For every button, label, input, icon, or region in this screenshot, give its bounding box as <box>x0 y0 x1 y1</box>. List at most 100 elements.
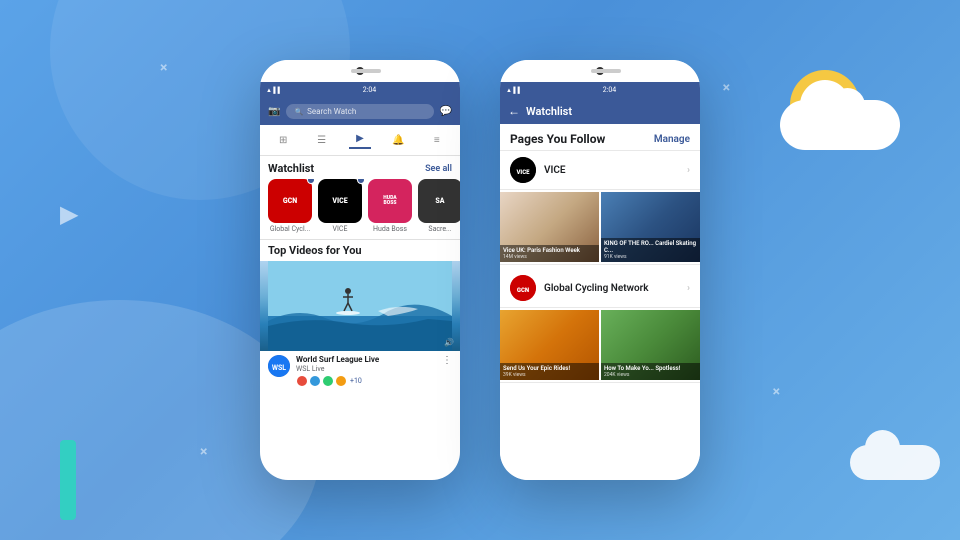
nav-menu-icon[interactable]: ≡ <box>426 131 448 149</box>
watchlist-item-sa[interactable]: SA Sacre... <box>418 179 460 233</box>
phone-2-speaker <box>591 69 621 73</box>
vice-video-1-views: 14M views <box>503 254 596 260</box>
messenger-icon[interactable]: 💬 <box>440 106 452 117</box>
vice-video-2-views: 91K views <box>604 254 697 260</box>
gcn-videos-grid: Send Us Your Epic Rides! 39K views How T… <box>500 308 700 382</box>
vice-label: VICE <box>318 225 362 233</box>
sa-logo-text: SA <box>435 197 444 205</box>
huda-logo-text: HUDABOSS <box>383 196 396 207</box>
gcn-video-1-views: 39K views <box>503 372 596 378</box>
video-meta: World Surf League Live WSL Live +10 <box>296 355 436 387</box>
search-bar[interactable]: 🔍 Search Watch <box>286 104 433 119</box>
gcn-video-1-title: Send Us Your Epic Rides! <box>503 365 596 372</box>
phone-2-header: ← Watchlist <box>500 98 700 124</box>
gcn-section: GCN Global Cycling Network › Send Us You… <box>500 269 700 383</box>
viewer-avatar-3 <box>322 375 334 387</box>
vice-video-1[interactable]: Vice UK: Paris Fashion Week 14M views <box>500 192 599 262</box>
vice-video-2-title: KING OF THE RO... Cardiel Skating C... <box>604 240 697 254</box>
nav-bell-icon[interactable]: 🔔 <box>387 131 409 149</box>
phone-2-screen: Pages You Follow Manage VICE VICE › <box>500 124 700 480</box>
gcn-video-2-title: How To Make Yo... Spotless! <box>604 365 697 372</box>
nav-grid-icon[interactable]: ⊞ <box>272 131 294 149</box>
svg-text:WSL: WSL <box>272 364 286 372</box>
vice-videos-grid: Vice UK: Paris Fashion Week 14M views KI… <box>500 190 700 264</box>
phone-2: ▲ ▌▌ 2:04 ← Watchlist Pages You Follow M… <box>500 60 700 480</box>
svg-text:GCN: GCN <box>517 287 529 294</box>
vice-video-1-title: Vice UK: Paris Fashion Week <box>503 247 596 254</box>
vice-section: VICE VICE › Vice UK: Paris Fashion Week … <box>500 151 700 265</box>
viewer-count: +10 <box>350 377 362 385</box>
video-title: World Surf League Live <box>296 355 436 365</box>
vice-thumb: VICE <box>318 179 362 223</box>
pages-follow-header: Pages You Follow Manage <box>500 124 700 151</box>
gcn-video-2-label: How To Make Yo... Spotless! 204K views <box>601 363 700 380</box>
vice-video-1-label: Vice UK: Paris Fashion Week 14M views <box>500 245 599 262</box>
surf-scene <box>268 261 452 351</box>
phone-2-status-bar: ▲ ▌▌ 2:04 <box>500 82 700 98</box>
vice-video-2-label: KING OF THE RO... Cardiel Skating C... 9… <box>601 238 700 262</box>
watchlist-item-gcn[interactable]: GCN Global Cycl... <box>268 179 312 233</box>
vice-chevron-icon: › <box>687 165 690 176</box>
phones-container: ▲ ▌▌ 2:04 📷 🔍 Search Watch 💬 ⊞ ☰ ▶ 🔔 ≡ W… <box>0 0 960 540</box>
phone-1: ▲ ▌▌ 2:04 📷 🔍 Search Watch 💬 ⊞ ☰ ▶ 🔔 ≡ W… <box>260 60 460 480</box>
gcn-thumb: GCN <box>268 179 312 223</box>
phone-2-time: 2:04 <box>603 86 617 94</box>
vice-unread-dot <box>357 179 365 184</box>
see-all-link[interactable]: See all <box>425 164 452 174</box>
vice-logo-text: VICE <box>332 197 347 205</box>
gcn-video-2-views: 204K views <box>604 372 697 378</box>
watchlist-page-title: Watchlist <box>526 105 572 118</box>
phone-1-time: 2:04 <box>363 86 377 94</box>
sa-thumb: SA <box>418 179 460 223</box>
gcn-label: Global Cycl... <box>268 225 312 233</box>
phone-1-status-bar: ▲ ▌▌ 2:04 <box>260 82 460 98</box>
viewer-avatar-4 <box>335 375 347 387</box>
gcn-video-1[interactable]: Send Us Your Epic Rides! 39K views <box>500 310 599 380</box>
search-placeholder: Search Watch <box>307 107 356 116</box>
phone-1-speaker <box>351 69 381 73</box>
vice-page-row[interactable]: VICE VICE › <box>500 151 700 190</box>
status-icons: ▲ ▌▌ <box>266 87 282 94</box>
gcn-chevron-icon: › <box>687 283 690 294</box>
nav-list-icon[interactable]: ☰ <box>311 131 333 149</box>
more-options-button[interactable]: ⋮ <box>442 355 452 366</box>
camera-icon[interactable]: 📷 <box>268 106 280 117</box>
huda-label: Huda Boss <box>368 225 412 233</box>
gcn-page-logo: GCN <box>510 275 536 301</box>
svg-text:VICE: VICE <box>515 169 530 176</box>
watchlist-header: Watchlist See all <box>260 156 460 179</box>
search-icon: 🔍 <box>294 108 303 116</box>
phone-1-nav: ⊞ ☰ ▶ 🔔 ≡ <box>260 125 460 156</box>
volume-icon[interactable]: 🔊 <box>444 338 454 347</box>
gcn-unread-dot <box>307 179 315 184</box>
watchlist-item-vice[interactable]: VICE VICE <box>318 179 362 233</box>
huda-thumb: HUDABOSS <box>368 179 412 223</box>
vice-page-logo: VICE <box>510 157 536 183</box>
video-thumbnail: 🔊 <box>260 261 460 351</box>
video-card[interactable]: 🔊 WSL World Surf League Live WSL Live <box>260 261 460 391</box>
viewer-avatar-1 <box>296 375 308 387</box>
watchlist-item-huda[interactable]: HUDABOSS Huda Boss <box>368 179 412 233</box>
vice-video-2[interactable]: KING OF THE RO... Cardiel Skating C... 9… <box>601 192 700 262</box>
gcn-page-row[interactable]: GCN Global Cycling Network › <box>500 269 700 308</box>
vice-page-name: VICE <box>544 165 679 176</box>
phone-2-top <box>500 60 700 82</box>
back-button[interactable]: ← <box>508 104 520 118</box>
watchlist-scroll: GCN Global Cycl... VICE VICE HUDABOSS Hu… <box>260 179 460 239</box>
pages-follow-title: Pages You Follow <box>510 132 605 146</box>
p2-status-icons: ▲ ▌▌ <box>506 87 522 94</box>
phone-1-top <box>260 60 460 82</box>
gcn-page-name: Global Cycling Network <box>544 283 679 294</box>
gcn-video-1-label: Send Us Your Epic Rides! 39K views <box>500 363 599 380</box>
video-channel: WSL Live <box>296 365 436 373</box>
manage-link[interactable]: Manage <box>654 134 690 145</box>
watchlist-title: Watchlist <box>268 162 314 175</box>
nav-play-icon[interactable]: ▶ <box>349 131 371 149</box>
gcn-logo-text: GCN <box>283 197 297 205</box>
sa-label: Sacre... <box>418 225 460 233</box>
viewer-avatars: +10 <box>296 375 436 387</box>
channel-avatar: WSL <box>268 355 290 377</box>
top-videos-title: Top Videos for You <box>260 239 460 261</box>
phone-1-fb-header: 📷 🔍 Search Watch 💬 <box>260 98 460 125</box>
gcn-video-2[interactable]: How To Make Yo... Spotless! 204K views <box>601 310 700 380</box>
